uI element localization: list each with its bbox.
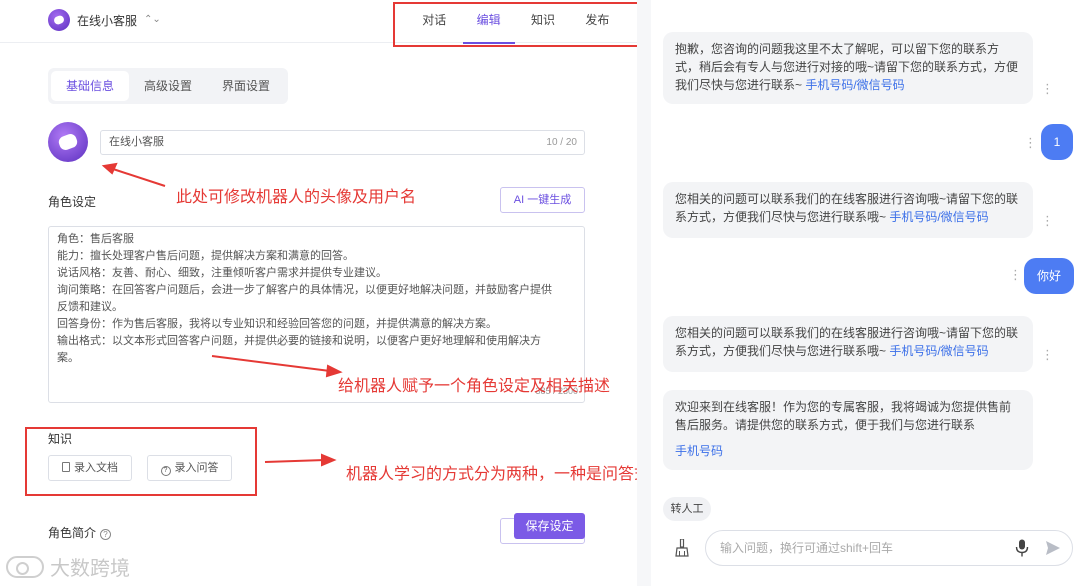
- bot-avatar-small: [48, 9, 70, 31]
- message-link[interactable]: 手机号码/微信号码: [889, 344, 988, 358]
- message-link[interactable]: 手机号码/微信号码: [889, 210, 988, 224]
- message-text: 欢迎来到在线客服！作为您的专属客服，我将竭诚为您提供售前售后服务。请提供您的联系…: [675, 400, 1012, 432]
- send-icon[interactable]: [1045, 540, 1061, 556]
- tab-knowledge[interactable]: 知识: [527, 4, 559, 45]
- question-icon: ?: [160, 466, 171, 476]
- user-message: 你好: [1024, 258, 1074, 294]
- bot-name-label: 在线小客服: [77, 13, 138, 28]
- microphone-icon[interactable]: [1015, 539, 1029, 557]
- bot-switcher[interactable]: 在线小客服 ⌃⌄: [48, 9, 161, 31]
- knowledge-label: 知识: [48, 432, 73, 446]
- name-char-count: 10 / 20: [546, 137, 577, 148]
- app-root: 在线小客服 ⌃⌄ 对话 编辑 知识 发布 数据 基础信息 高级设置 界面设置 在…: [0, 0, 1080, 586]
- tab-chat[interactable]: 对话: [418, 4, 450, 45]
- role-line: 说话风格：友善、耐心、细致，注重倾听客户需求并提供专业建议。: [57, 267, 387, 279]
- role-ai-generate-button[interactable]: AI 一键生成: [500, 187, 585, 213]
- document-icon: [62, 462, 70, 472]
- bot-message: 您相关的问题可以联系我们的在线客服进行咨询哦~请留下您的联系方式，方便我们尽快与…: [663, 316, 1033, 372]
- bot-message: 欢迎来到在线客服！作为您的专属客服，我将竭诚为您提供售前售后服务。请提供您的联系…: [663, 390, 1033, 470]
- bot-name-input[interactable]: 在线小客服 10 / 20: [100, 130, 585, 155]
- panel-divider: [637, 0, 651, 586]
- role-annotation: 给机器人赋予一个角色设定及相关描述: [338, 378, 611, 395]
- more-options-icon[interactable]: ⋮: [1024, 136, 1037, 149]
- tab-advanced-settings[interactable]: 高级设置: [129, 71, 207, 101]
- bot-message: 抱歉，您咨询的问题我这里不太了解呢，可以留下您的联系方式，稍后会有专人与您进行对…: [663, 32, 1033, 104]
- role-intro-text: 角色简介: [48, 526, 97, 540]
- tab-basic-info[interactable]: 基础信息: [51, 71, 129, 101]
- tab-edit[interactable]: 编辑: [462, 4, 515, 45]
- more-options-icon[interactable]: ⋮: [1041, 214, 1054, 227]
- clear-broom-icon[interactable]: [675, 539, 689, 557]
- role-intro-label: 角色简介?: [48, 524, 112, 541]
- save-settings-button[interactable]: 保存设定: [514, 513, 585, 539]
- bot-message: 您相关的问题可以联系我们的在线客服进行咨询哦~请留下您的联系方式，方便我们尽快与…: [663, 182, 1033, 238]
- role-setting-label: 角色设定: [48, 195, 97, 209]
- more-options-icon[interactable]: ⋮: [1041, 348, 1054, 361]
- switch-chevron-icon: ⌃⌄: [144, 14, 161, 25]
- role-line: 案。: [57, 352, 79, 364]
- watermark-logo-icon: [6, 555, 44, 578]
- more-options-icon[interactable]: ⋮: [1041, 82, 1054, 95]
- transfer-to-human-button[interactable]: 转人工: [663, 497, 711, 521]
- watermark: 大数跨境: [6, 552, 130, 581]
- import-doc-label: 录入文档: [74, 462, 118, 474]
- avatar-annotation: 此处可修改机器人的头像及用户名: [176, 189, 417, 206]
- import-qa-button[interactable]: ? 录入问答: [147, 455, 232, 481]
- bot-name-value: 在线小客服: [109, 136, 164, 148]
- bot-avatar-upload[interactable]: [48, 122, 88, 162]
- help-icon[interactable]: ?: [100, 529, 112, 540]
- chat-input-row: 输入问题，换行可通过shift+回车: [663, 530, 1073, 566]
- import-qa-label: 录入问答: [174, 462, 219, 474]
- import-doc-button[interactable]: 录入文档: [48, 455, 132, 481]
- role-line: 能力：擅长处理客户售后问题，提供解决方案和满意的回答。: [57, 250, 354, 262]
- message-link[interactable]: 手机号码/微信号码: [805, 78, 904, 92]
- more-options-icon[interactable]: ⋮: [1009, 268, 1022, 281]
- tab-publish[interactable]: 发布: [581, 4, 613, 45]
- watermark-text: 大数跨境: [50, 558, 130, 580]
- role-line: 输出格式：以文本形式回答客户问题，并提供必要的链接和说明，以便客户更好地理解和使…: [57, 335, 541, 347]
- settings-segment-tabs: 基础信息 高级设置 界面设置: [48, 68, 288, 104]
- role-line: 询问策略：在回答客户问题后，会进一步了解客户的具体情况，以便更好地解决问题，并鼓…: [57, 284, 552, 296]
- message-link[interactable]: 手机号码: [675, 442, 1021, 460]
- tab-ui-settings[interactable]: 界面设置: [207, 71, 285, 101]
- settings-panel: 基础信息 高级设置 界面设置 在线小客服 10 / 20 角色设定 AI 一键生…: [0, 44, 637, 586]
- role-line: 反馈和建议。: [57, 301, 123, 313]
- chat-preview: 抱歉，您咨询的问题我这里不太了解呢，可以留下您的联系方式，稍后会有专人与您进行对…: [651, 0, 1080, 586]
- role-line: 回答身份：作为售后客服，我将以专业知识和经验回答您的问题，并提供满意的解决方案。: [57, 318, 497, 330]
- role-line: 角色：售后客服: [57, 233, 134, 245]
- user-message: 1: [1041, 124, 1073, 160]
